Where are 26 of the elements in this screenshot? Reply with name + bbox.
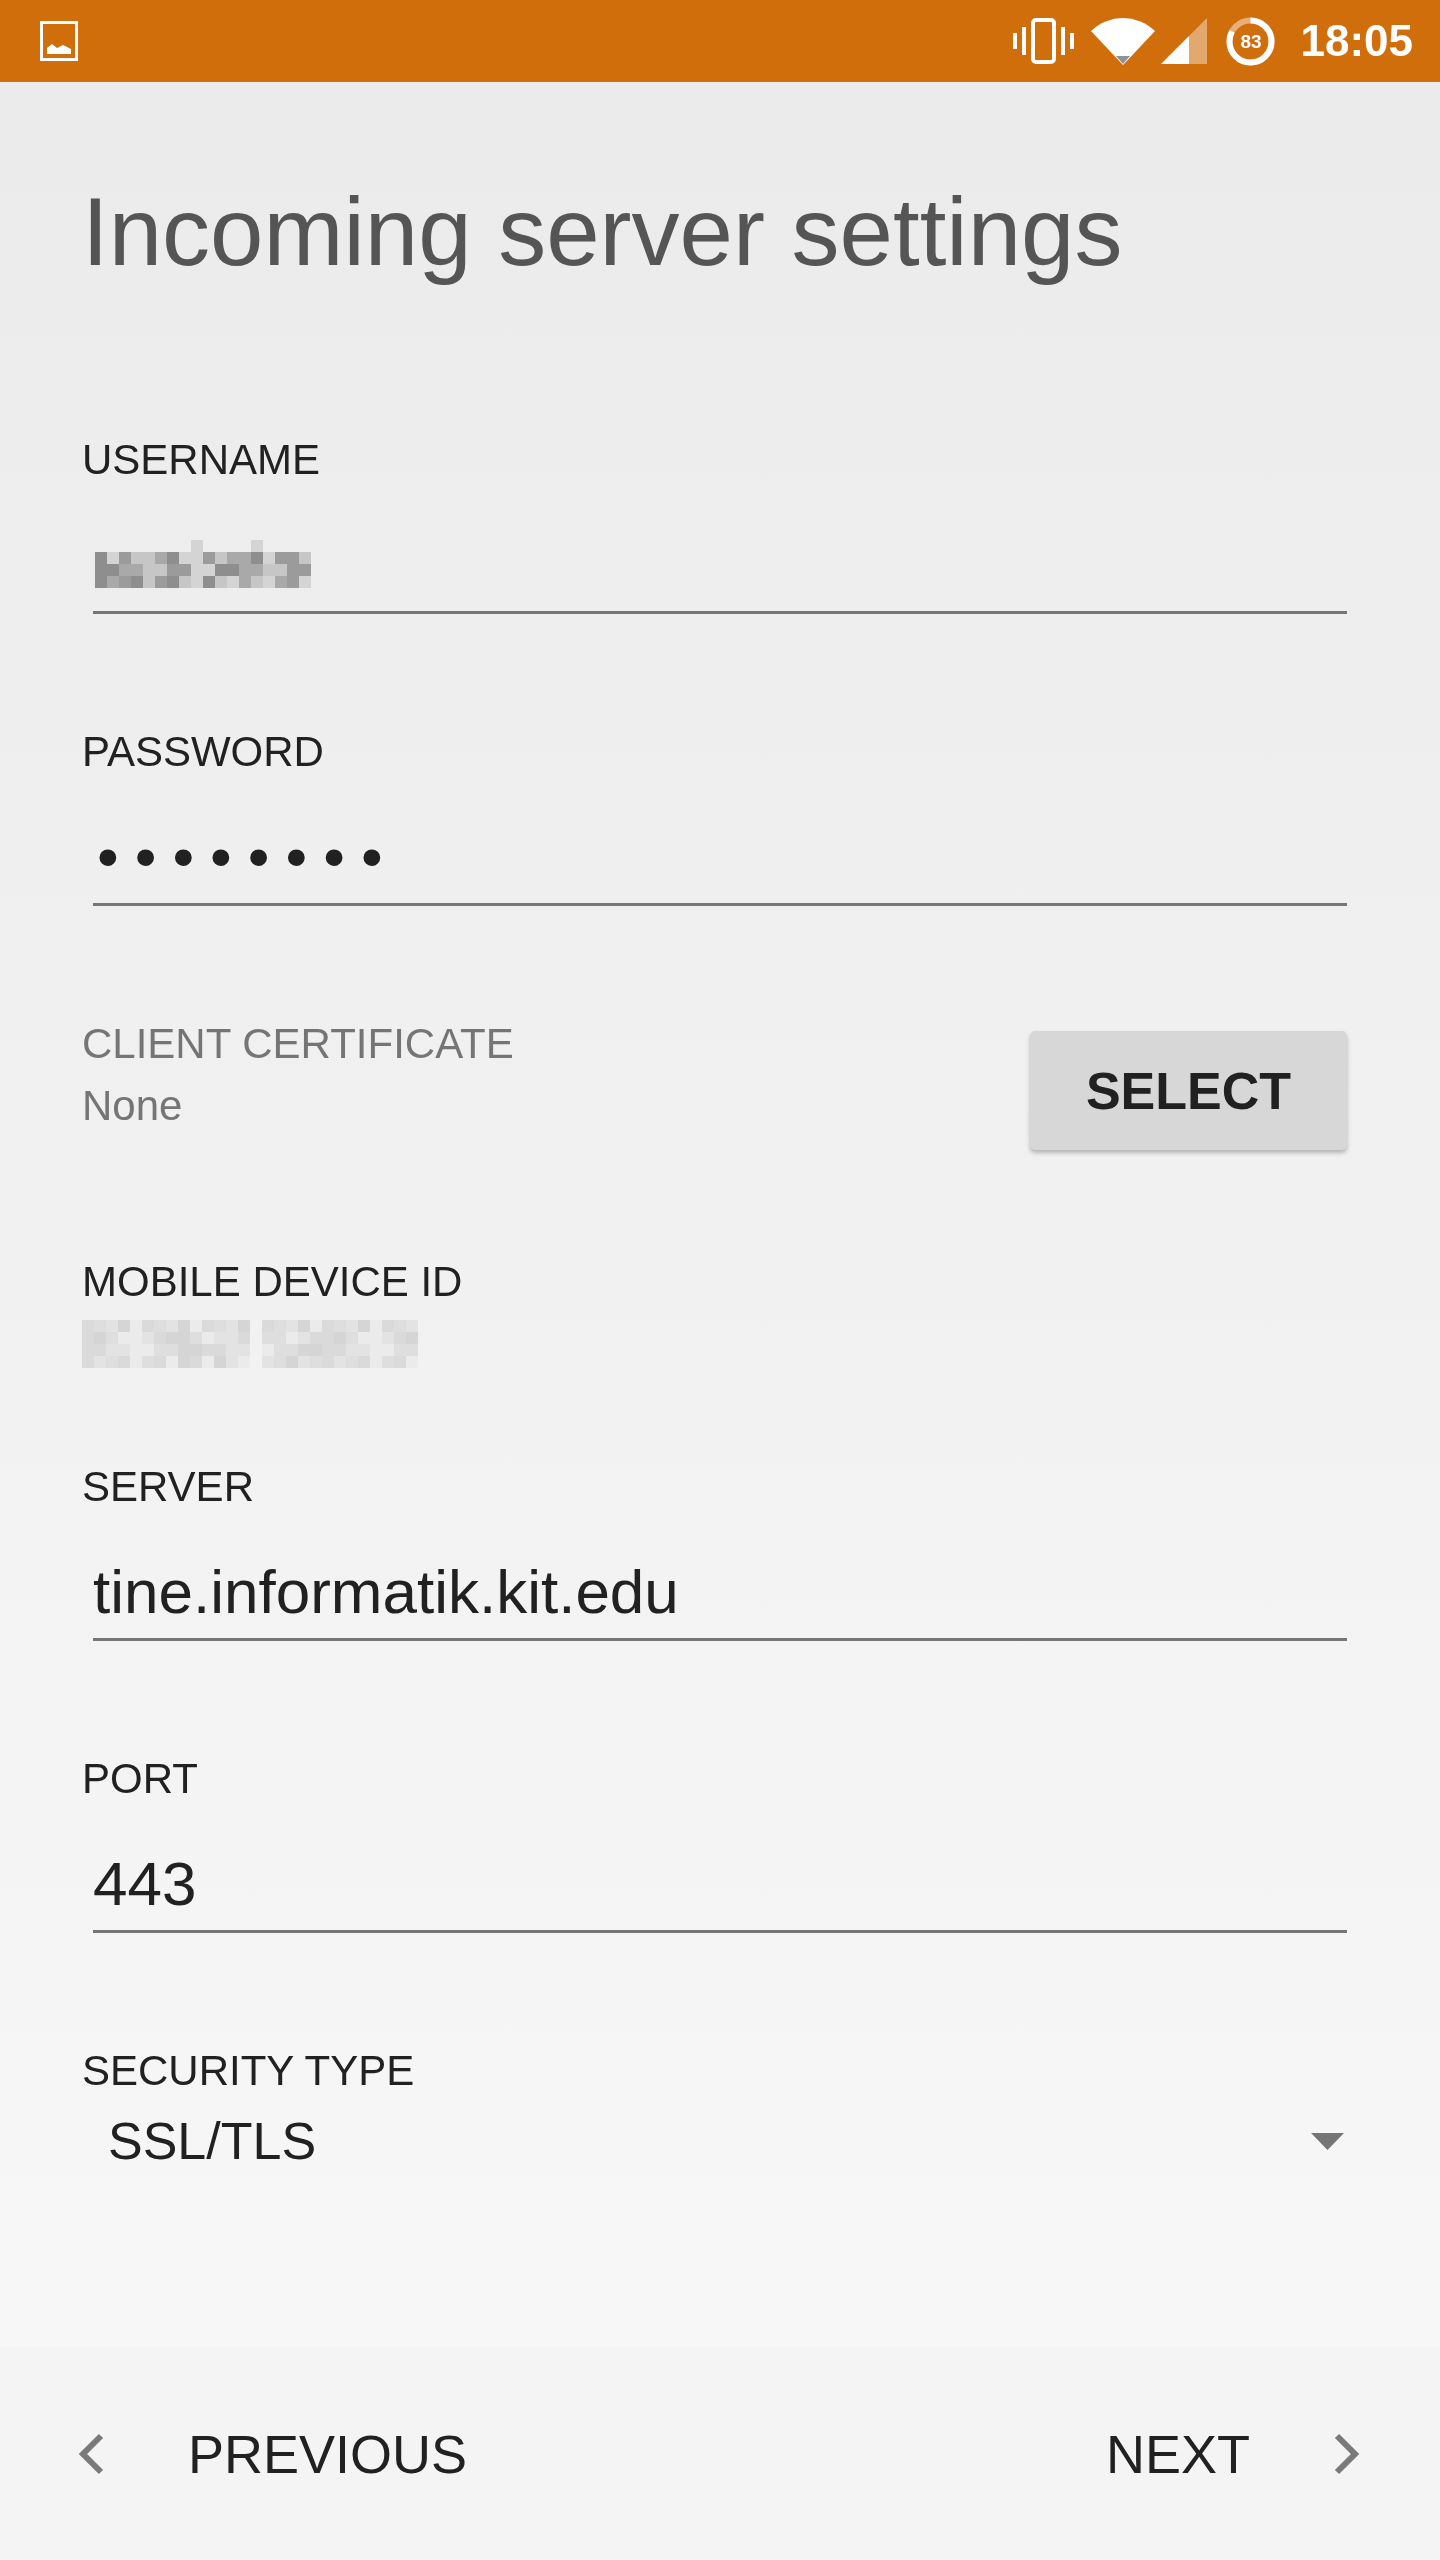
image-icon [40, 21, 78, 61]
chevron-left-icon [78, 2432, 105, 2475]
battery-percentage: 83 [1240, 31, 1262, 51]
field-label: PASSWORD [82, 728, 324, 776]
password-field[interactable]: •••••••• [93, 810, 1347, 906]
wifi-icon [1090, 17, 1157, 65]
text-field[interactable]: tine.informatik.kit.edu [93, 1545, 1347, 1641]
chevron-right-icon [1333, 2432, 1360, 2475]
field-label: MOBILE DEVICE ID [82, 1258, 463, 1306]
field-label: CLIENT CERTIFICATE [82, 1020, 514, 1068]
next-button[interactable]: NEXT [1105, 2421, 1360, 2486]
certificate-value: None [82, 1081, 183, 1131]
previous-button[interactable]: PREVIOUS [78, 2421, 468, 2486]
dropdown-arrow-icon [1311, 2132, 1344, 2150]
clock-time: 18:05 [1300, 16, 1413, 66]
field-label: PORT [82, 1755, 198, 1803]
signal-icon [1161, 18, 1208, 64]
field-label: USERNAME [82, 436, 321, 484]
select-button[interactable]: SELECT [1030, 1031, 1347, 1150]
field-label: SECURITY TYPE [82, 2047, 415, 2095]
battery-ring-icon [1225, 15, 1277, 67]
text-field[interactable]: 443 [93, 1837, 1347, 1933]
field-label: SERVER [82, 1463, 254, 1511]
dropdown-field[interactable]: SSL/TLS [82, 2111, 1347, 2171]
page-title: Incoming server settings [82, 177, 1123, 287]
vibrate-icon [1013, 18, 1075, 64]
